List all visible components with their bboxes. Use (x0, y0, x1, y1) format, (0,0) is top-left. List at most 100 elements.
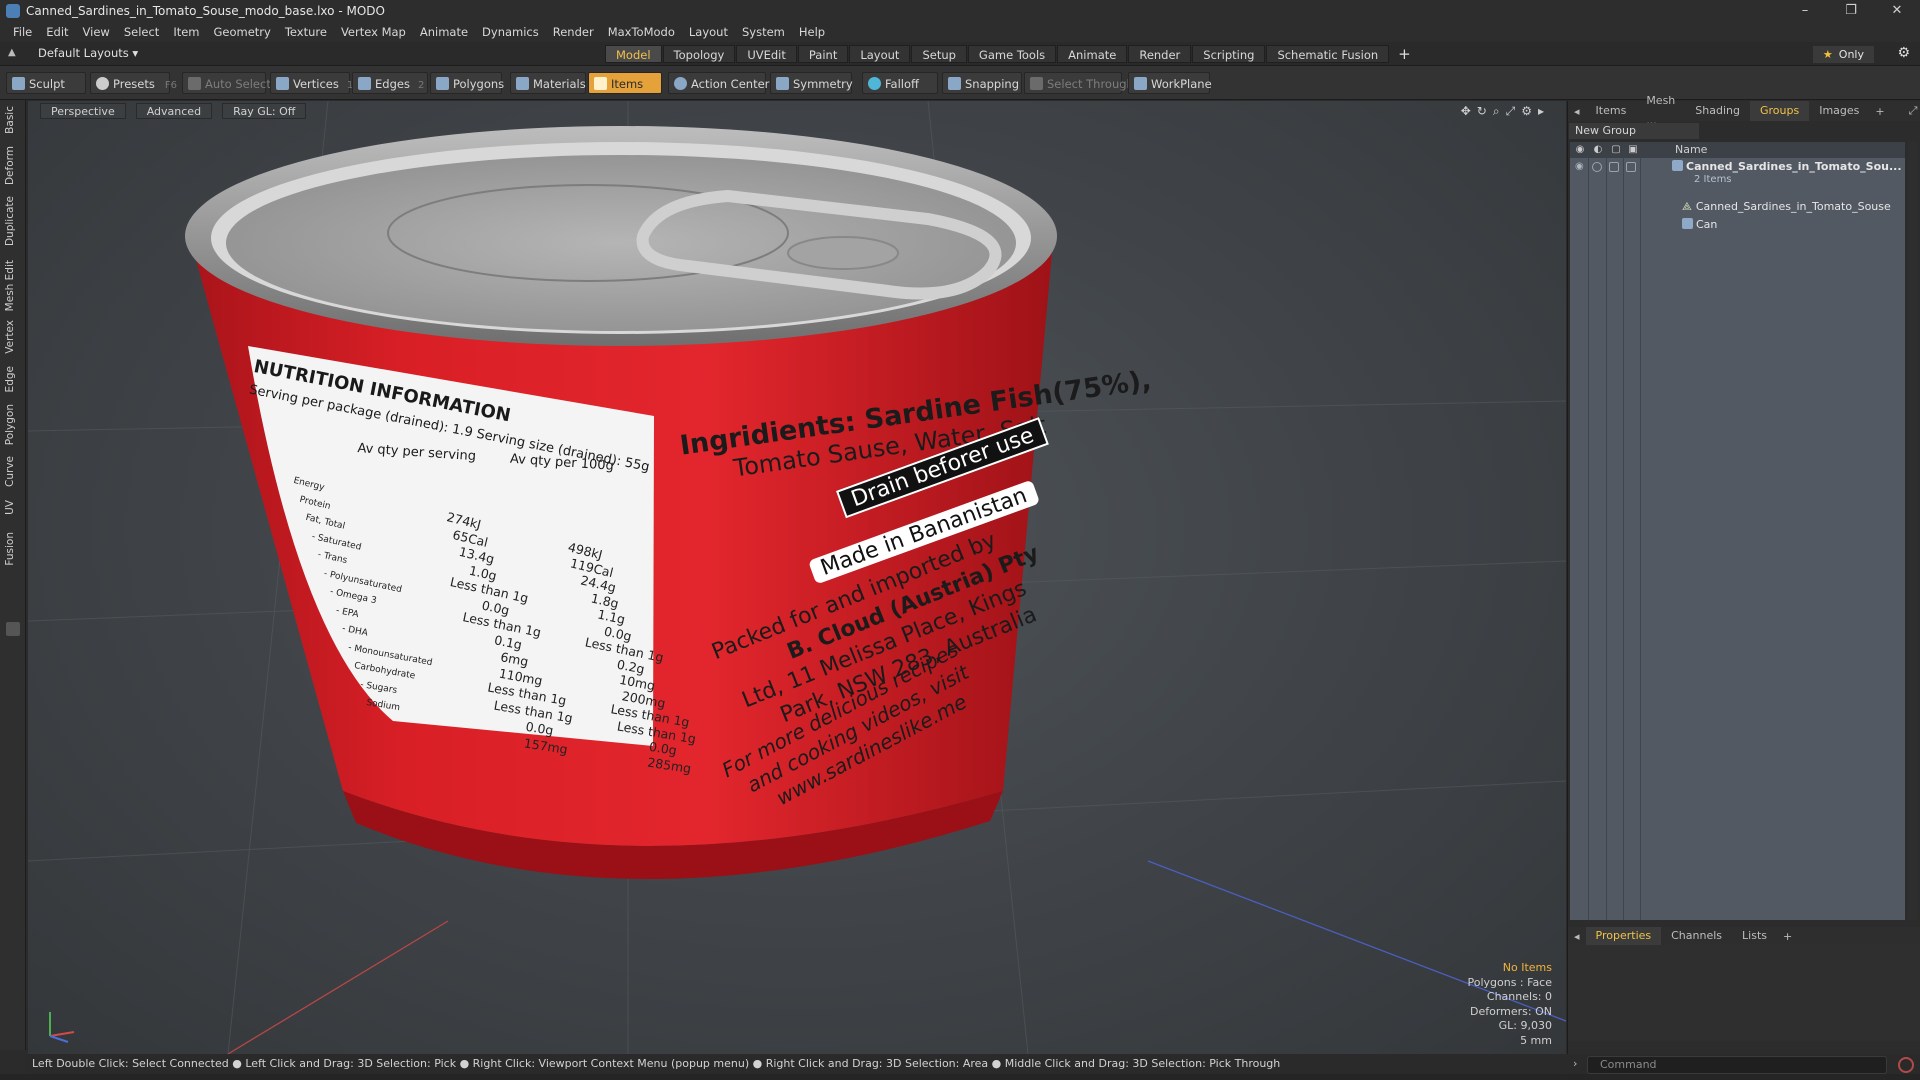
lock-header-icon[interactable]: ▢ (1610, 144, 1622, 156)
tab-fusion[interactable]: Fusion (4, 532, 22, 566)
viewport-expand-icon[interactable]: ▸ (1538, 104, 1544, 119)
tab-groups[interactable]: Groups (1749, 101, 1810, 121)
right-panel: ◂ Items Mesh ... Shading Groups Images +… (1567, 94, 1920, 1054)
eye-icon[interactable]: ◉ (1575, 161, 1587, 172)
menu-help[interactable]: Help (792, 22, 832, 42)
tab-channels[interactable]: Channels (1661, 927, 1732, 945)
tab-setup[interactable]: Setup (911, 45, 967, 63)
visibility-header-icon[interactable]: ◉ (1574, 144, 1586, 156)
zoom-icon[interactable]: ⌕ (1493, 104, 1500, 119)
tab-game-tools[interactable]: Game Tools (967, 45, 1057, 63)
pull-tab-rivet (787, 236, 899, 270)
render-header-icon[interactable]: ◐ (1592, 144, 1604, 156)
menu-animate[interactable]: Animate (413, 22, 475, 42)
tab-uvedit[interactable]: UVEdit (736, 45, 797, 63)
restore-icon[interactable]: ❐ (1828, 0, 1874, 22)
tab-basic[interactable]: Basic (4, 106, 22, 134)
auto-select-icon (188, 77, 201, 90)
default-layouts-dropdown[interactable]: Default Layouts ▾ (38, 46, 138, 60)
tab-model[interactable]: Model (605, 45, 662, 63)
add-panel-tab-icon[interactable]: + (1869, 105, 1890, 118)
select-through-button[interactable]: Select Through (1024, 72, 1134, 94)
tab-properties[interactable]: Properties (1585, 927, 1662, 945)
perspective-button[interactable]: Perspective (40, 103, 126, 119)
menu-vertex-map[interactable]: Vertex Map (334, 22, 413, 42)
tab-paint[interactable]: Paint (797, 45, 849, 63)
tab-items[interactable]: Items (1586, 101, 1637, 121)
only-button[interactable]: ★ Only (1812, 46, 1874, 63)
tab-polygon[interactable]: Polygon (4, 404, 22, 445)
tab-deform[interactable]: Deform (4, 146, 22, 185)
properties-menu-icon[interactable]: ◂ (1568, 930, 1586, 943)
select-toggle-icon[interactable] (1626, 162, 1636, 172)
render-toggle-icon[interactable] (1592, 162, 1602, 172)
add-properties-tab-icon[interactable]: + (1777, 930, 1798, 943)
tab-uv[interactable]: UV (4, 500, 22, 515)
tab-topology[interactable]: Topology (662, 45, 736, 63)
tab-lists[interactable]: Lists (1732, 927, 1777, 945)
panel-expand-icon[interactable]: ⤢ (1903, 104, 1920, 118)
items-button[interactable]: Items (588, 72, 662, 94)
command-input[interactable]: Command (1587, 1056, 1887, 1074)
edges-button[interactable]: Edges 2 (352, 72, 428, 94)
menu-geometry[interactable]: Geometry (207, 22, 278, 42)
symmetry-button[interactable]: Symmetry (770, 72, 853, 94)
tab-duplicate[interactable]: Duplicate (4, 196, 22, 246)
vertices-button[interactable]: Vertices 1 (270, 72, 353, 94)
menu-item[interactable]: Item (166, 22, 206, 42)
materials-button[interactable]: Materials (510, 72, 586, 94)
fit-icon[interactable]: ⤢ (1506, 104, 1516, 119)
close-icon[interactable]: ✕ (1874, 0, 1920, 22)
stat-scale: 5 mm (1520, 1033, 1552, 1047)
3d-viewport[interactable]: NUTRITION INFORMATION Serving per packag… (28, 101, 1566, 1054)
lock-toggle-icon[interactable] (1609, 162, 1619, 172)
menu-edit[interactable]: Edit (39, 22, 75, 42)
menu-dynamics[interactable]: Dynamics (475, 22, 546, 42)
tab-scripting[interactable]: Scripting (1192, 45, 1266, 63)
gear-icon[interactable]: ⚙ (1897, 45, 1910, 61)
polygons-button[interactable]: Polygons (430, 72, 504, 94)
add-tab-icon[interactable]: + (1390, 45, 1419, 63)
tab-schematic-fusion[interactable]: Schematic Fusion (1266, 45, 1390, 63)
rotate-icon[interactable]: ↻ (1477, 104, 1487, 119)
expand-panel-icon[interactable] (6, 622, 20, 636)
tab-render[interactable]: Render (1128, 45, 1192, 63)
select-header-icon[interactable]: ▣ (1627, 144, 1639, 156)
tab-vertex[interactable]: Vertex (4, 320, 22, 354)
pan-icon[interactable]: ✥ (1461, 104, 1471, 119)
command-arrow-icon[interactable]: › (1573, 1057, 1577, 1070)
menu-maxtomodo[interactable]: MaxToModo (601, 22, 682, 42)
sculpt-button[interactable]: Sculpt (6, 72, 86, 94)
viewport-settings-icon[interactable]: ⚙ (1521, 104, 1532, 119)
menu-select[interactable]: Select (117, 22, 166, 42)
tab-curve[interactable]: Curve (4, 456, 22, 487)
menu-render[interactable]: Render (546, 22, 601, 42)
tab-animate[interactable]: Animate (1057, 45, 1128, 63)
groups-list[interactable]: ◉ ◐ ▢ ▣ Name ◉ Canned_Sardines_in_Tomato… (1570, 142, 1905, 920)
tab-shading[interactable]: Shading (1685, 101, 1750, 121)
select-through-icon (1030, 77, 1043, 90)
action-center-button[interactable]: Action Center (668, 72, 769, 94)
groups-scrollbar[interactable] (1908, 142, 1918, 920)
panel-menu-icon[interactable]: ◂ (1568, 105, 1586, 118)
menu-system[interactable]: System (735, 22, 792, 42)
menu-view[interactable]: View (76, 22, 117, 42)
minimize-icon[interactable]: – (1782, 0, 1828, 22)
menu-layout[interactable]: Layout (682, 22, 735, 42)
menu-file[interactable]: File (6, 22, 39, 42)
tab-images[interactable]: Images (1809, 101, 1869, 121)
advanced-button[interactable]: Advanced (135, 103, 213, 119)
presets-button[interactable]: Presets F6 (90, 72, 177, 94)
new-group-button[interactable]: New Group (1569, 123, 1699, 139)
command-history-icon[interactable] (1898, 1057, 1914, 1073)
ray-gl-button[interactable]: Ray GL: Off (222, 103, 307, 119)
snapping-button[interactable]: Snapping (942, 72, 1022, 94)
tab-mesh-edit[interactable]: Mesh Edit (4, 260, 22, 311)
menu-texture[interactable]: Texture (278, 22, 334, 42)
workplane-button[interactable]: WorkPlane (1128, 72, 1212, 94)
collapse-toggle-icon[interactable]: ▲ (8, 47, 20, 59)
tab-edge[interactable]: Edge (4, 366, 22, 392)
tab-layout[interactable]: Layout (849, 45, 911, 63)
falloff-button[interactable]: Falloff (862, 72, 938, 94)
auto-select-button[interactable]: Auto Select (182, 72, 271, 94)
